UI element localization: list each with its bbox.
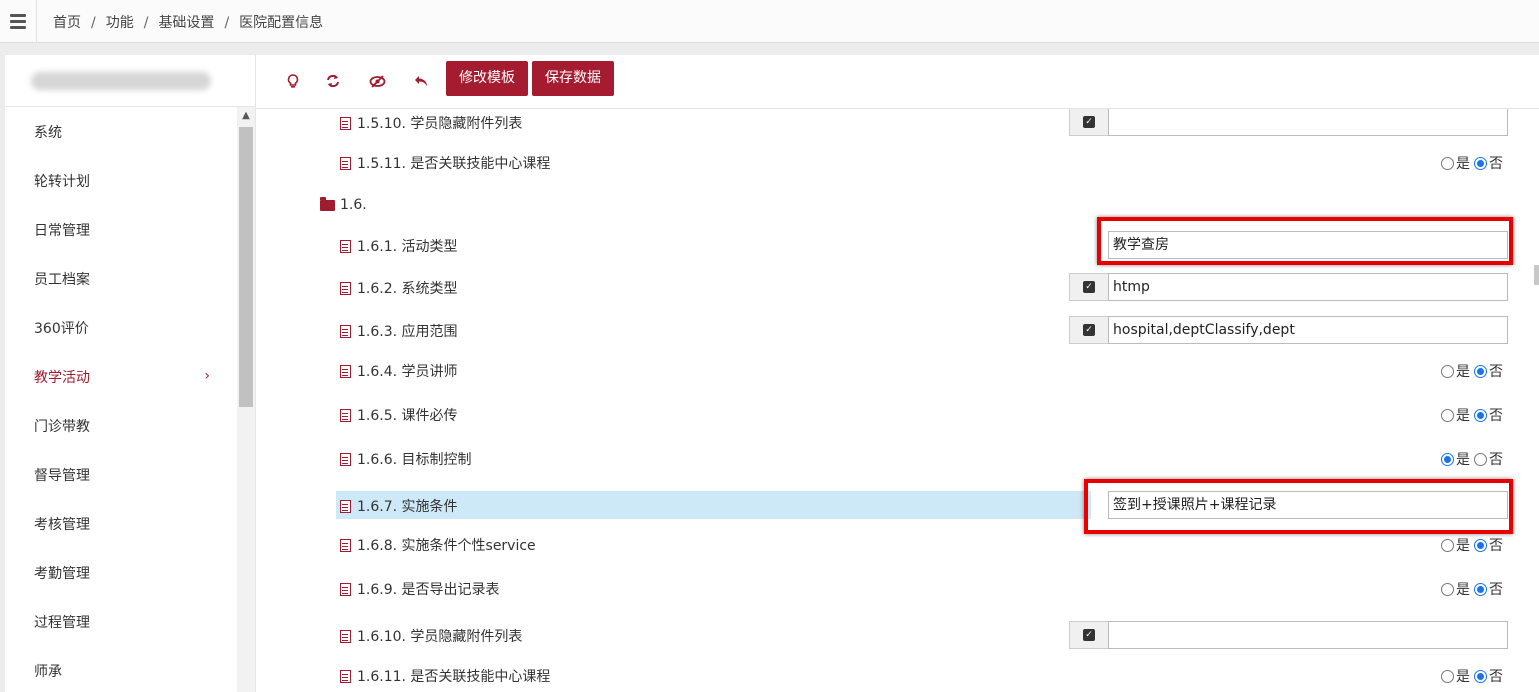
yes-no-radio-group: 是否 — [1441, 153, 1503, 173]
document-icon — [340, 281, 351, 295]
config-row-1-6-3: 1.6.3. 应用范围 ✓ hospital,deptClassify,dept — [256, 316, 1526, 344]
sidebar-item-supervision[interactable]: 督导管理 — [5, 450, 237, 499]
radio-no[interactable] — [1474, 408, 1487, 422]
refresh-icon[interactable] — [320, 68, 346, 94]
radio-no[interactable] — [1474, 156, 1487, 170]
sidebar-item-daily-management[interactable]: 日常管理 — [5, 205, 237, 254]
chevron-right-icon: › — [204, 368, 210, 384]
document-icon — [340, 239, 351, 253]
radio-yes[interactable] — [1441, 408, 1454, 422]
config-row-1-6-9: 1.6.9. 是否导出记录表 是否 — [256, 574, 1526, 602]
sidebar-item-mentorship[interactable]: 师承 — [5, 646, 237, 692]
config-row-1-6-8: 1.6.8. 实施条件个性service 是否 — [256, 530, 1526, 558]
document-icon — [340, 452, 351, 466]
config-row-1-5-10: 1.5.10. 学员隐藏附件列表 ✓ — [256, 109, 1526, 136]
document-icon — [340, 669, 351, 683]
scope-input[interactable]: hospital,deptClassify,dept — [1108, 316, 1508, 344]
config-tree: 1.5.10. 学员隐藏附件列表 ✓ 1.5.11. 是否关联技能中心课程 是否… — [256, 109, 1539, 692]
document-icon — [340, 324, 351, 338]
document-icon — [340, 156, 351, 170]
document-icon — [340, 116, 351, 130]
blurred-hospital-name — [31, 72, 211, 90]
menu-toggle-icon[interactable] — [0, 0, 37, 43]
radio-no[interactable] — [1474, 582, 1487, 596]
document-icon — [340, 629, 351, 643]
radio-no[interactable] — [1474, 669, 1487, 683]
radio-yes[interactable] — [1441, 364, 1454, 378]
toolbar: 修改模板 保存数据 — [256, 55, 1539, 109]
annotation-box-activity-type — [1097, 217, 1513, 265]
eye-slash-icon[interactable] — [364, 68, 390, 94]
config-row-1-5-11: 1.5.11. 是否关联技能中心课程 是否 — [256, 148, 1526, 176]
enable-checkbox[interactable]: ✓ — [1069, 109, 1109, 136]
yes-no-radio-group: 是否 — [1441, 535, 1503, 555]
document-icon — [340, 408, 351, 422]
sidebar-item-outpatient-teaching[interactable]: 门诊带教 — [5, 401, 237, 450]
radio-yes[interactable] — [1441, 156, 1454, 170]
save-data-button[interactable]: 保存数据 — [532, 61, 614, 96]
breadcrumb-current: 医院配置信息 — [239, 15, 324, 31]
sidebar: 系统 轮转计划 日常管理 员工档案 360评价 教学活动 › 门诊带教 督导管理 … — [5, 55, 255, 692]
main-panel: 修改模板 保存数据 1.5.10. 学员隐藏附件列表 ✓ 1.5.11. 是否关… — [255, 55, 1539, 692]
config-row-1-6-11: 1.6.11. 是否关联技能中心课程 是否 — [256, 661, 1526, 689]
config-row-1-6-6: 1.6.6. 目标制控制 是否 — [256, 444, 1526, 472]
document-icon — [340, 364, 351, 378]
breadcrumb-basic-settings[interactable]: 基础设置 — [158, 15, 214, 31]
config-row-1-6-2: 1.6.2. 系统类型 ✓ htmp — [256, 273, 1526, 301]
config-row-1-6-4: 1.6.4. 学员讲师 是否 — [256, 356, 1526, 384]
annotation-box-implementation-condition — [1084, 479, 1513, 534]
content-scrollbar-thumb[interactable] — [1534, 265, 1539, 285]
sidebar-item-assessment[interactable]: 考核管理 — [5, 499, 237, 548]
top-bar: 首页 / 功能 / 基础设置 / 医院配置信息 — [0, 0, 1539, 43]
enable-checkbox[interactable]: ✓ — [1069, 273, 1109, 301]
radio-yes[interactable] — [1441, 582, 1454, 596]
sidebar-menu: 系统 轮转计划 日常管理 员工档案 360评价 教学活动 › 门诊带教 督导管理 … — [5, 107, 237, 692]
sidebar-item-rotation-plan[interactable]: 轮转计划 — [5, 156, 237, 205]
enable-checkbox[interactable]: ✓ — [1069, 316, 1109, 344]
config-row-1-6-5: 1.6.5. 课件必传 是否 — [256, 400, 1526, 428]
scroll-up-icon[interactable]: ▲ — [237, 110, 255, 121]
folder-open-icon — [320, 196, 335, 211]
yes-no-radio-group: 是否 — [1441, 405, 1503, 425]
radio-no[interactable] — [1474, 364, 1487, 378]
breadcrumb: 首页 / 功能 / 基础设置 / 医院配置信息 — [53, 15, 324, 31]
text-input[interactable] — [1108, 109, 1508, 136]
yes-no-radio-group: 是否 — [1441, 449, 1503, 469]
breadcrumb-home[interactable]: 首页 — [53, 15, 81, 31]
document-icon — [340, 499, 351, 513]
sidebar-item-staff-records[interactable]: 员工档案 — [5, 254, 237, 303]
lightbulb-icon[interactable] — [280, 68, 306, 94]
sidebar-item-attendance[interactable]: 考勤管理 — [5, 548, 237, 597]
sidebar-header — [5, 55, 255, 107]
sidebar-item-teaching-activity[interactable]: 教学活动 › — [5, 352, 237, 401]
radio-no[interactable] — [1474, 538, 1487, 552]
sidebar-item-360-evaluation[interactable]: 360评价 — [5, 303, 237, 352]
document-icon — [340, 538, 351, 552]
sidebar-item-system[interactable]: 系统 — [5, 107, 237, 156]
config-row-1-6-10: 1.6.10. 学员隐藏附件列表 ✓ — [256, 621, 1526, 649]
edit-template-button[interactable]: 修改模板 — [446, 61, 528, 96]
radio-yes[interactable] — [1441, 452, 1454, 466]
radio-yes[interactable] — [1441, 669, 1454, 683]
enable-checkbox[interactable]: ✓ — [1069, 621, 1109, 649]
sidebar-item-process[interactable]: 过程管理 — [5, 597, 237, 646]
scrollbar-thumb[interactable] — [239, 127, 253, 407]
folder-1-6[interactable]: 1.6. — [320, 196, 367, 213]
radio-yes[interactable] — [1441, 538, 1454, 552]
text-input[interactable] — [1108, 621, 1508, 649]
breadcrumb-function[interactable]: 功能 — [106, 15, 134, 31]
document-icon — [340, 582, 351, 596]
yes-no-radio-group: 是否 — [1441, 666, 1503, 686]
sidebar-scrollbar[interactable]: ▲ — [237, 107, 255, 692]
system-type-input[interactable]: htmp — [1108, 273, 1508, 301]
yes-no-radio-group: 是否 — [1441, 579, 1503, 599]
radio-no[interactable] — [1474, 452, 1487, 466]
undo-icon[interactable] — [408, 68, 434, 94]
yes-no-radio-group: 是否 — [1441, 361, 1503, 381]
